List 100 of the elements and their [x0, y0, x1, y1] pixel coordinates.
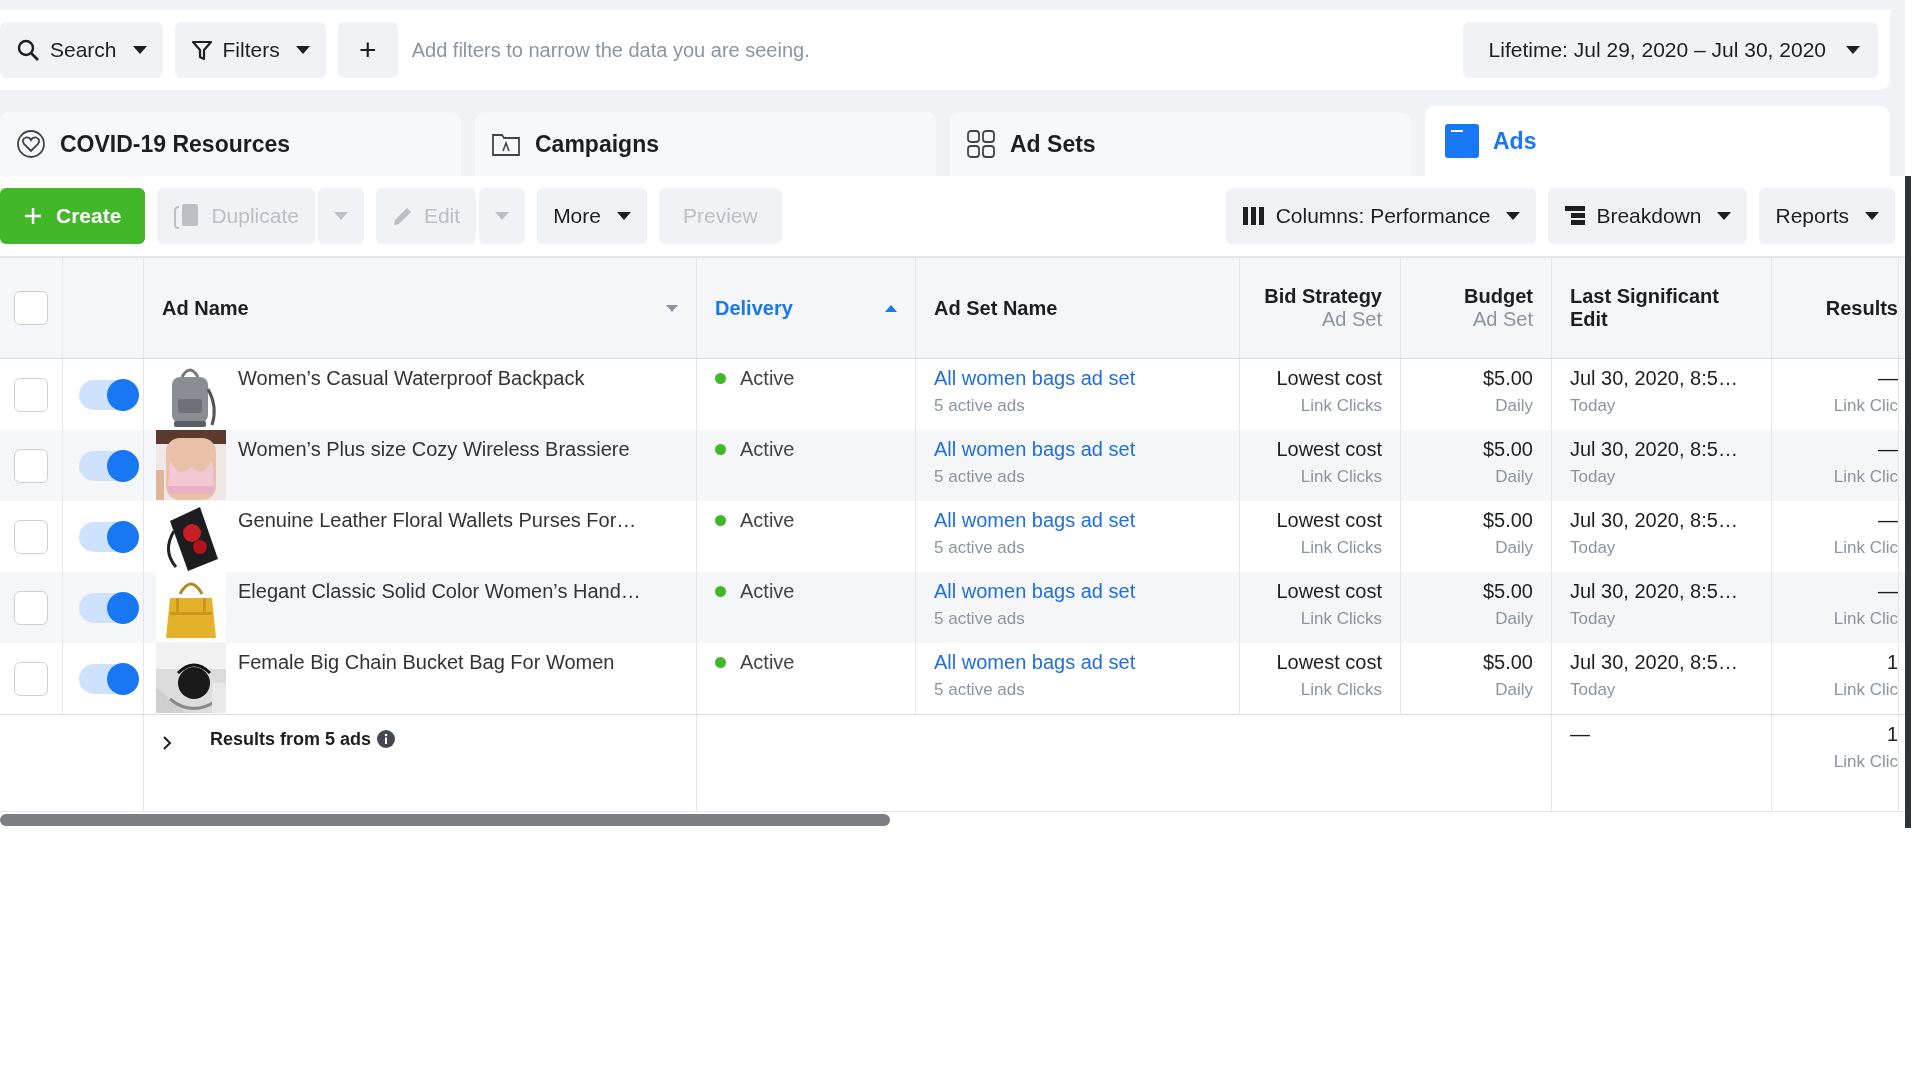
chevron-icon: [162, 735, 172, 751]
column-header[interactable]: Results: [1772, 258, 1899, 358]
active-ads-count: 5 active ads: [934, 396, 1026, 416]
edit-day: Today: [1570, 538, 1753, 558]
status-dot: [715, 586, 726, 597]
filter-field[interactable]: Add filters to narrow the data you are seeing.: [409, 37, 1451, 63]
results-type: Link Clic: [1833, 752, 1898, 772]
add-filter-button[interactable]: +: [337, 22, 398, 78]
bid-strategy: Lowest cost: [1276, 367, 1382, 390]
results-type: Link Clic: [1833, 396, 1898, 416]
ad-set-link[interactable]: All women bags ad set: [934, 651, 1221, 674]
more-button[interactable]: More: [537, 188, 647, 244]
ad-name: Women’s Casual Waterproof Backpack: [238, 366, 585, 390]
plus-icon: [24, 207, 42, 225]
folder-icon: [491, 131, 521, 157]
search-button[interactable]: Search: [0, 22, 163, 78]
checkbox[interactable]: [14, 519, 48, 554]
bid-note: Link Clicks: [1300, 680, 1382, 700]
date-range-button[interactable]: Lifetime: Jul 29, 2020 – Jul 30, 2020: [1462, 22, 1878, 78]
toggle-switch[interactable]: [79, 663, 137, 694]
active-ads-count: 5 active ads: [934, 467, 1026, 487]
caret-icon: [1846, 46, 1860, 54]
column-header[interactable]: Last Significant Edit: [1552, 258, 1772, 358]
budget-amount: $5.00: [1482, 651, 1533, 674]
column-header[interactable]: Ad Set Name: [916, 258, 1240, 358]
bid-note: Link Clicks: [1300, 467, 1382, 487]
results-value: 1: [1886, 723, 1898, 746]
ad-set-link[interactable]: All women bags ad set: [934, 580, 1221, 603]
reports-button[interactable]: Reports: [1759, 188, 1895, 244]
status-dot: [715, 444, 726, 455]
budget-period: Daily: [1495, 680, 1533, 700]
caret-icon: [132, 46, 147, 54]
caret-icon: [333, 212, 348, 220]
edit-date: Jul 30, 2020, 8:5…: [1570, 509, 1739, 532]
budget-amount: $5.00: [1482, 367, 1533, 390]
column-header[interactable]: Budget Ad Set: [1401, 258, 1552, 358]
tab[interactable]: COVID-19 Resources: [0, 112, 461, 176]
column-header[interactable]: Ad Name: [144, 258, 697, 358]
delivery-status: Active: [740, 651, 795, 674]
status-dot: [715, 515, 726, 526]
checkbox[interactable]: [14, 291, 48, 325]
caret-icon: [1717, 212, 1732, 220]
checkbox[interactable]: [14, 590, 48, 625]
results-value: —: [1878, 438, 1898, 461]
filters-button[interactable]: Filters: [174, 22, 326, 78]
ad-set-link[interactable]: All women bags ad set: [934, 367, 1221, 390]
bid-note: Link Clicks: [1300, 538, 1382, 558]
caret-icon: [295, 46, 310, 54]
breakdown-button[interactable]: Breakdown: [1548, 188, 1748, 244]
results-value: —: [1878, 367, 1898, 390]
ad-name: Elegant Classic Solid Color Women’s Hand…: [238, 579, 641, 603]
edit-date: Jul 30, 2020, 8:5…: [1570, 438, 1739, 461]
results-type: Link Clic: [1833, 609, 1898, 629]
delivery-status: Active: [740, 509, 795, 532]
toggle-switch[interactable]: [79, 379, 137, 410]
ad-set-link[interactable]: All women bags ad set: [934, 509, 1221, 532]
bid-note: Link Clicks: [1300, 609, 1382, 629]
columns-button[interactable]: Columns: Performance: [1225, 188, 1537, 244]
toggle-switch[interactable]: [79, 592, 137, 623]
caret-icon: [1506, 212, 1521, 220]
toggle-switch[interactable]: [79, 521, 137, 552]
bid-strategy: Lowest cost: [1276, 580, 1382, 603]
tab[interactable]: Ad Sets: [950, 112, 1411, 176]
column-header[interactable]: Delivery: [697, 258, 916, 358]
active-ads-count: 5 active ads: [934, 609, 1026, 629]
results-type: Link Clic: [1833, 680, 1898, 700]
tab[interactable]: Campaigns: [475, 112, 936, 176]
edit-day: Today: [1570, 680, 1753, 700]
window-icon: [1445, 124, 1479, 158]
delivery-status: Active: [740, 367, 795, 390]
ad-set-link[interactable]: All women bags ad set: [934, 438, 1221, 461]
budget-amount: $5.00: [1482, 580, 1533, 603]
breakdown-icon: [1564, 205, 1587, 227]
delivery-status: Active: [740, 580, 795, 603]
tab[interactable]: Ads: [1425, 106, 1890, 176]
toggle-switch[interactable]: [79, 450, 137, 481]
columns-icon: [1241, 206, 1266, 226]
dropdown-button[interactable]: [317, 188, 364, 244]
checkbox[interactable]: [14, 377, 48, 412]
filter-icon: [190, 39, 213, 61]
scrollbar[interactable]: [0, 814, 890, 826]
caret-icon: [617, 212, 631, 220]
edit-day: Today: [1570, 467, 1753, 487]
bid-strategy: Lowest cost: [1276, 651, 1382, 674]
active-ads-count: 5 active ads: [934, 538, 1026, 558]
bid-strategy: Lowest cost: [1276, 509, 1382, 532]
results-type: Link Clic: [1833, 467, 1898, 487]
delivery-status: Active: [740, 438, 795, 461]
results-type: Link Clic: [1833, 538, 1898, 558]
edit-date: Jul 30, 2020, 8:5…: [1570, 367, 1739, 390]
checkbox[interactable]: [14, 448, 48, 483]
caret-icon: [1865, 212, 1879, 220]
bid-note: Link Clicks: [1300, 396, 1382, 416]
column-header[interactable]: Bid Strategy Ad Set: [1240, 258, 1401, 358]
dropdown-button[interactable]: [479, 188, 526, 244]
status-dot: [715, 373, 726, 384]
budget-amount: $5.00: [1482, 509, 1533, 532]
checkbox[interactable]: [14, 661, 48, 696]
search-icon: [16, 38, 40, 62]
grid-icon: [966, 129, 996, 159]
